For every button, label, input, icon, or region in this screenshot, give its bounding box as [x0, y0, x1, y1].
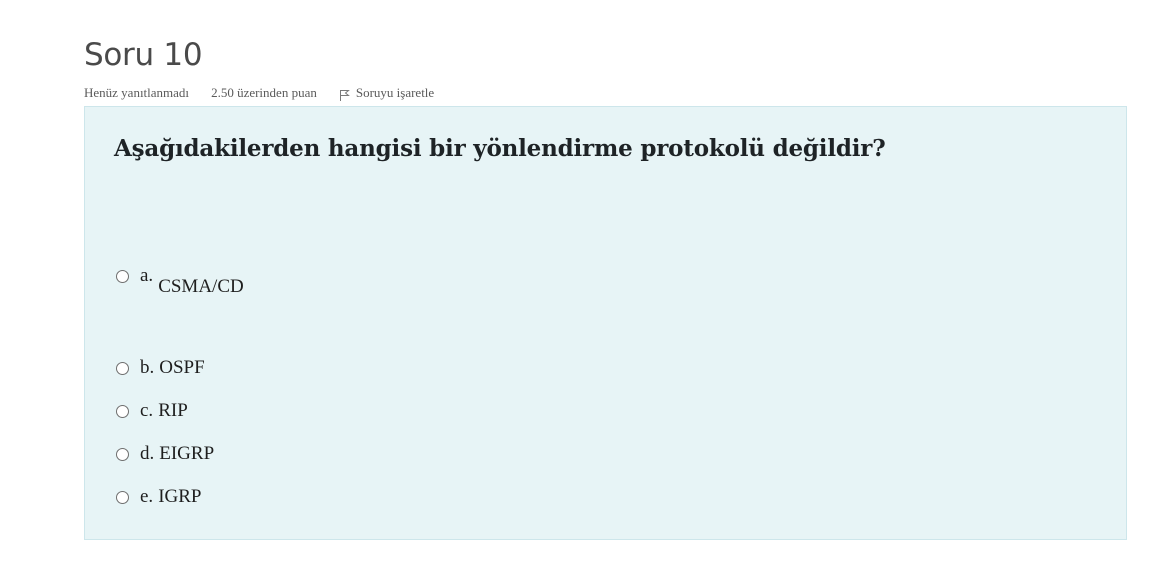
question-text: Aşağıdakilerden hangisi bir yönlendirme …	[114, 135, 886, 162]
question-content-box: Aşağıdakilerden hangisi bir yönlendirme …	[84, 106, 1127, 540]
option-letter: b.	[140, 357, 155, 378]
option-text: EIGRP	[159, 443, 215, 464]
flag-question-label: Soruyu işaretle	[355, 85, 435, 100]
radio-button-a[interactable]	[116, 270, 129, 283]
answer-option-e[interactable]: e. IGRP	[116, 486, 201, 508]
option-text: RIP	[158, 400, 188, 421]
option-text: OSPF	[159, 357, 205, 378]
radio-button-d[interactable]	[116, 448, 129, 461]
option-text: IGRP	[158, 486, 202, 507]
answer-option-a[interactable]: a. CSMA/CD	[116, 265, 244, 297]
question-number-heading: Soru 10	[84, 37, 203, 73]
answer-option-d[interactable]: d. EIGRP	[116, 443, 214, 465]
answer-option-b[interactable]: b. OSPF	[116, 357, 205, 379]
option-letter: a.	[140, 265, 154, 286]
option-letter: d.	[140, 443, 155, 464]
option-text: CSMA/CD	[158, 276, 244, 297]
quiz-page: Soru 10 Henüz yanıtlanmadı 2.50 üzerinde…	[0, 0, 1157, 565]
radio-button-b[interactable]	[116, 362, 129, 375]
radio-button-e[interactable]	[116, 491, 129, 504]
flag-question-button[interactable]: Soruyu işaretle	[339, 85, 434, 101]
flag-icon	[339, 89, 350, 101]
question-points: 2.50 üzerinden puan	[211, 85, 317, 100]
option-letter: c.	[140, 400, 154, 421]
question-status: Henüz yanıtlanmadı	[84, 85, 190, 100]
option-letter: e.	[140, 486, 154, 507]
question-info: Henüz yanıtlanmadı 2.50 üzerinden puan S…	[84, 85, 434, 101]
radio-button-c[interactable]	[116, 405, 129, 418]
answer-option-c[interactable]: c. RIP	[116, 400, 188, 422]
